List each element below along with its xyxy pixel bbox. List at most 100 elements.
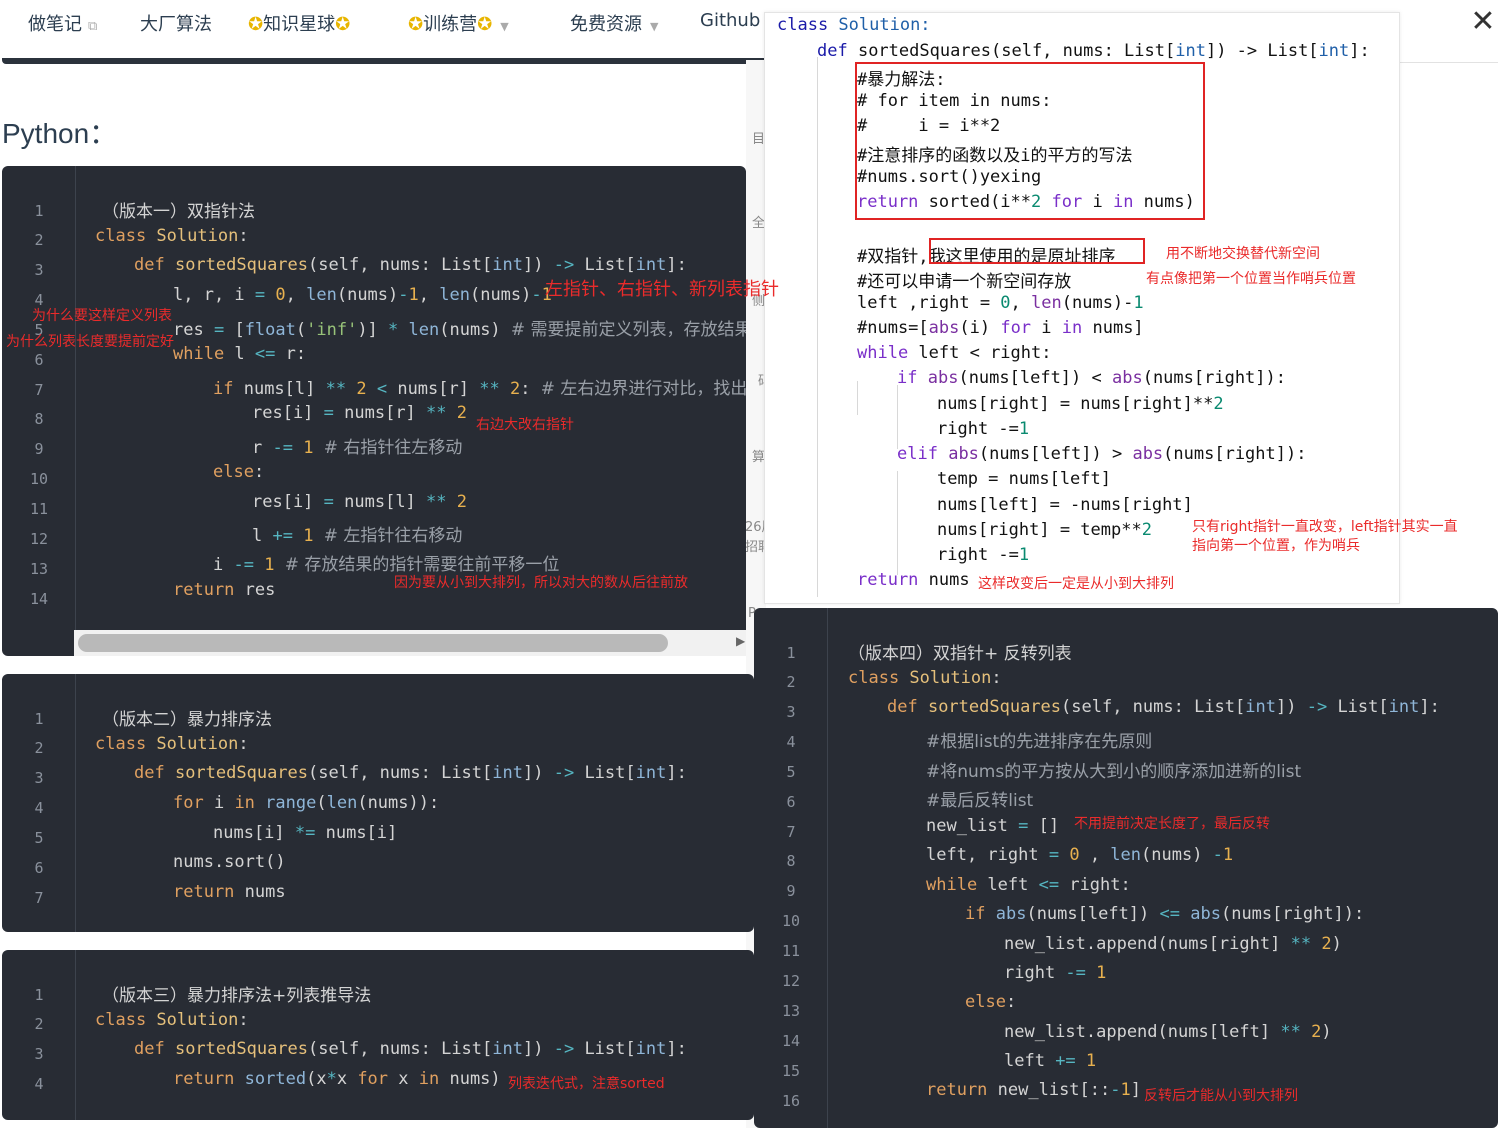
line-number: 6 xyxy=(786,793,796,811)
annotation-sorted-result: 这样改变后一定是从小到大排列 xyxy=(978,576,1174,592)
line-number: 10 xyxy=(29,470,49,488)
line-number: 2 xyxy=(34,739,44,757)
line-number: 3 xyxy=(786,703,796,721)
code-line: while left <= right: xyxy=(926,875,1131,895)
editor-line: class Solution: xyxy=(777,15,931,35)
scroll-right-icon[interactable]: ▶ xyxy=(736,634,745,648)
line-number: 4 xyxy=(786,733,796,751)
nav-label: 免费资源 xyxy=(570,14,642,35)
editor-line: def sortedSquares(self, nums: List[int])… xyxy=(817,41,1370,61)
nav-label: 大厂算法 xyxy=(140,14,212,35)
code-line: res = [float('inf')] * len(nums) # 需要提前定… xyxy=(173,320,746,340)
line-number: 7 xyxy=(786,823,796,841)
code-line: nums[i] *= nums[i] xyxy=(213,823,398,843)
code-line: （版本二）暴力排序法 xyxy=(102,710,272,730)
indent-guide xyxy=(857,381,858,415)
annotation-list-comprehension: 列表迭代式，注意sorted xyxy=(508,1076,665,1092)
line-number: 8 xyxy=(34,410,44,428)
editor-line: #nums=[abs(i) for i in nums] xyxy=(857,318,1144,338)
code-line: #最后反转list xyxy=(926,791,1034,811)
annotation-reverse: 反转后才能从小到大排列 xyxy=(1144,1088,1298,1104)
line-number: 7 xyxy=(34,381,44,399)
line-number: 12 xyxy=(781,972,801,990)
highlight-box-brute-force xyxy=(855,62,1205,220)
code-line: l, r, i = 0, len(nums)-1, len(nums)-1 xyxy=(173,285,552,305)
line-number: 5 xyxy=(34,829,44,847)
scrollbar-thumb[interactable] xyxy=(78,634,668,652)
nav-item-training-camp[interactable]: ✪训练营✪ ▼ xyxy=(408,10,509,36)
nav-item-algorithms[interactable]: 大厂算法 xyxy=(140,10,212,36)
code-line: nums.sort() xyxy=(173,852,286,872)
line-number: 13 xyxy=(781,1002,801,1020)
external-link-icon: ⧉ xyxy=(88,19,98,34)
line-number: 1 xyxy=(34,710,44,728)
line-number: 14 xyxy=(781,1032,801,1050)
editor-line: return nums xyxy=(857,570,970,590)
line-number: 7 xyxy=(34,889,44,907)
code-line: #根据list的先进排序在先原则 xyxy=(926,732,1153,752)
line-number: 2 xyxy=(34,231,44,249)
code-block-version-2: 1 2 3 4 5 6 7 （版本二）暴力排序法 class Solution:… xyxy=(2,674,754,932)
code-line: return nums xyxy=(173,882,286,902)
line-number: 3 xyxy=(34,769,44,787)
editor-line: #还可以申请一个新空间存放 xyxy=(857,272,1072,292)
code-line: for i in range(len(nums)): xyxy=(173,793,440,813)
line-number: 2 xyxy=(34,1015,44,1033)
indent-guide xyxy=(817,57,818,597)
line-number: 12 xyxy=(29,530,49,548)
nav-item-knowledge-planet[interactable]: ✪知识星球✪ xyxy=(248,10,350,36)
code-line: return res xyxy=(173,580,276,600)
line-number: 9 xyxy=(786,882,796,900)
code-line: new_list = [] xyxy=(926,816,1060,836)
code-line: new_list.append(nums[left] ** 2) xyxy=(1004,1022,1332,1042)
close-icon[interactable]: ✕ xyxy=(1468,4,1498,40)
chevron-down-icon: ▼ xyxy=(650,20,659,33)
right-panel-background xyxy=(1400,0,1498,600)
line-number: 6 xyxy=(34,351,44,369)
editor-line: right -=1 xyxy=(937,419,1030,439)
annotation-pointers: 左指针、右指针、新列表指针 xyxy=(545,279,779,300)
code-line: if nums[l] ** 2 < nums[r] ** 2: # 左右边界进行… xyxy=(213,379,746,399)
indent-guide xyxy=(897,385,898,449)
annotation-swap: 用不断地交换替代新空间 xyxy=(1166,246,1320,262)
code-line: class Solution: xyxy=(95,226,249,246)
code-line: #将nums的平方按从大到小的顺序添加进新的list xyxy=(926,762,1302,782)
page-heading: Python： xyxy=(2,118,118,149)
line-number: 9 xyxy=(34,440,44,458)
annotation-why-length: 为什么列表长度要提前定好 xyxy=(6,334,174,350)
highlight-box-in-place xyxy=(929,238,1145,264)
nav-item-github[interactable]: Github xyxy=(700,10,760,31)
line-number: 15 xyxy=(781,1062,801,1080)
code-block-version-3: 1 2 3 4 （版本三）暴力排序法+列表推导法 class Solution:… xyxy=(2,950,754,1120)
code-line: def sortedSquares(self, nums: List[int])… xyxy=(134,763,687,783)
editor-line: nums[right] = temp**2 xyxy=(937,520,1152,540)
code-line: （版本三）暴力排序法+列表推导法 xyxy=(102,986,372,1006)
nav-item-notes[interactable]: 做笔记 ⧉ xyxy=(28,10,97,36)
code-line: else: xyxy=(965,992,1017,1012)
top-navigation: 做笔记 ⧉ 大厂算法 ✪知识星球✪ ✪训练营✪ ▼ 免费资源 ▼ Github xyxy=(0,0,766,62)
indent-guide xyxy=(897,471,898,575)
code-line: def sortedSquares(self, nums: List[int])… xyxy=(134,255,687,275)
editor-line: right -=1 xyxy=(937,545,1030,565)
code-line: r -= 1 # 右指针往左移动 xyxy=(252,438,463,458)
line-number: 5 xyxy=(786,763,796,781)
line-number: 3 xyxy=(34,1045,44,1063)
code-line: else: xyxy=(213,462,265,482)
code-line: class Solution: xyxy=(95,1010,249,1030)
code-line: return sorted(x*x for x in nums) xyxy=(173,1069,501,1089)
annotation-why-list: 为什么要这样定义列表 xyxy=(32,308,172,324)
code-line: class Solution: xyxy=(848,668,1002,688)
annotation-right-pointer: 右边大改右指针 xyxy=(476,417,574,433)
line-number: 1 xyxy=(34,986,44,1004)
annotation-right-only-1: 只有right指针一直改变，left指针其实一直 xyxy=(1192,519,1458,535)
line-number: 6 xyxy=(34,859,44,877)
editor-line: temp = nums[left] xyxy=(937,469,1111,489)
star-icon: ✪ xyxy=(408,14,424,35)
nav-label: 训练营 xyxy=(423,14,478,35)
star-icon: ✪ xyxy=(477,14,493,35)
nav-label: 知识星球 xyxy=(263,14,336,35)
annotation-no-length: 不用提前决定长度了，最后反转 xyxy=(1074,816,1270,832)
nav-item-free-resources[interactable]: 免费资源 ▼ xyxy=(570,10,658,36)
code-line: if abs(nums[left]) <= abs(nums[right]): xyxy=(965,904,1365,924)
star-icon: ✪ xyxy=(335,14,351,35)
